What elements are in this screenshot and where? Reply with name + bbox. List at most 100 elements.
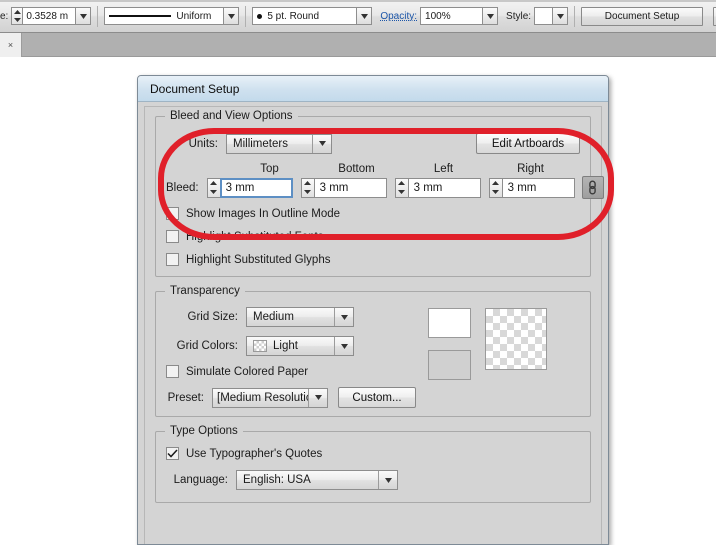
bleed-left-field[interactable]: 3 mm — [394, 177, 481, 198]
use-typographers-quotes-row[interactable]: Use Typographer's Quotes — [166, 447, 580, 460]
type-options-group: Type Options Use Typographer's Quotes La… — [155, 425, 591, 503]
chain-link-icon-button[interactable] — [581, 176, 604, 199]
bleed-label: Bleed: — [166, 181, 199, 194]
grid-size-label: Grid Size: — [187, 311, 239, 323]
transparency-custom-button[interactable]: Custom... — [338, 387, 416, 408]
units-dropdown[interactable]: Millimeters — [226, 133, 332, 154]
chevron-down-icon[interactable] — [312, 134, 331, 153]
stroke-weight-dropdown-button[interactable] — [76, 7, 92, 25]
toolbar-separator — [97, 5, 99, 27]
stroke-profile-combo[interactable]: Uniform — [104, 7, 240, 25]
edit-artboards-button[interactable]: Edit Artboards — [476, 133, 580, 154]
transparency-group: Transparency Grid Size: Medium Grid Colo… — [155, 285, 591, 417]
use-typographers-quotes-checkbox[interactable] — [166, 447, 179, 460]
highlight-substituted-fonts-row[interactable]: Highlight Substituted Fonts — [166, 230, 580, 243]
bleed-right-stepper-up[interactable] — [490, 179, 502, 188]
grid-size-dropdown[interactable]: Medium — [246, 307, 354, 327]
stroke-profile-dropdown-button[interactable] — [224, 7, 240, 25]
highlight-substituted-fonts-label: Highlight Substituted Fonts — [186, 230, 324, 243]
grid-color-swatch-dark[interactable] — [428, 350, 471, 380]
language-value: English: USA — [243, 474, 311, 486]
close-icon[interactable]: × — [8, 40, 13, 50]
stroke-profile-value: Uniform — [176, 10, 212, 22]
stroke-weight-input[interactable]: 0.3528 m — [22, 7, 77, 25]
use-typographers-quotes-label: Use Typographer's Quotes — [186, 447, 323, 460]
opacity-value: 100% — [425, 10, 451, 22]
units-value: Millimeters — [233, 137, 288, 150]
bleed-left-stepper-down[interactable] — [396, 188, 408, 197]
stroke-weight-label: e: — [0, 10, 9, 22]
checkerboard-swatch-icon — [253, 340, 267, 352]
language-dropdown[interactable]: English: USA — [236, 470, 398, 490]
chevron-down-icon[interactable] — [334, 308, 353, 326]
bleed-left-input[interactable]: 3 mm — [407, 177, 481, 198]
application-control-bar: e: 0.3528 m Uniform 5 pt. Round Opacity: — [0, 0, 716, 33]
stroke-weight-stepper-down[interactable] — [12, 16, 22, 24]
chevron-down-icon[interactable] — [308, 388, 327, 407]
bleed-right-field[interactable]: 3 mm — [488, 177, 575, 198]
chevron-down-icon[interactable] — [378, 471, 397, 489]
show-images-in-outline-mode-checkbox[interactable] — [166, 207, 179, 220]
uniform-profile-icon — [109, 15, 172, 17]
transparency-preset-value: [Medium Resolutio.. — [217, 391, 308, 404]
bleed-right-stepper[interactable] — [488, 177, 502, 198]
bleed-bottom-field[interactable]: 3 mm — [300, 177, 387, 198]
bleed-top-stepper-down[interactable] — [208, 188, 220, 197]
grid-size-value: Medium — [253, 311, 294, 323]
show-images-in-outline-mode-row[interactable]: Show Images In Outline Mode — [166, 207, 580, 220]
brush-definition-combo[interactable]: 5 pt. Round — [252, 7, 373, 25]
bleed-top-input[interactable]: 3 mm — [219, 177, 293, 198]
bleed-group-legend: Bleed and View Options — [165, 110, 298, 122]
bleed-column-header-bottom: Bottom — [338, 163, 375, 175]
document-setup-button[interactable]: Document Setup — [581, 6, 704, 26]
grid-color-swatch-light[interactable] — [428, 308, 471, 338]
simulate-colored-paper-checkbox[interactable] — [166, 365, 179, 378]
bleed-column-header-left: Left — [433, 163, 454, 175]
preset-label: Preset: — [167, 391, 204, 404]
graphic-style-swatch[interactable] — [534, 7, 554, 25]
stroke-weight-stepper[interactable] — [11, 7, 23, 25]
chevron-down-icon — [486, 13, 494, 19]
bleed-column-header-top: Top — [260, 163, 279, 175]
transparency-group-legend: Transparency — [165, 285, 245, 297]
bleed-right-stepper-down[interactable] — [490, 188, 502, 197]
bleed-bottom-stepper[interactable] — [300, 177, 314, 198]
transparency-preset-dropdown[interactable]: [Medium Resolutio.. — [212, 387, 328, 408]
highlight-substituted-glyphs-checkbox[interactable] — [166, 253, 179, 266]
simulate-colored-paper-label: Simulate Colored Paper — [186, 365, 309, 378]
show-images-in-outline-mode-label: Show Images In Outline Mode — [186, 207, 341, 220]
highlight-substituted-glyphs-row[interactable]: Highlight Substituted Glyphs — [166, 253, 580, 266]
opacity-dropdown-button[interactable] — [483, 7, 499, 25]
checkmark-icon — [167, 449, 178, 458]
stroke-weight-stepper-up[interactable] — [12, 8, 22, 16]
opacity-label[interactable]: Opacity: — [380, 11, 417, 22]
type-options-group-legend: Type Options — [165, 425, 243, 437]
bleed-bottom-input[interactable]: 3 mm — [313, 177, 387, 198]
grid-colors-value: Light — [247, 337, 334, 355]
bleed-left-stepper-up[interactable] — [396, 179, 408, 188]
grid-colors-dropdown[interactable]: Light — [246, 336, 354, 356]
bleed-top-stepper-up[interactable] — [208, 179, 220, 188]
bleed-top-stepper[interactable] — [206, 177, 220, 198]
bleed-left-stepper[interactable] — [394, 177, 408, 198]
document-setup-dialog: Document Setup Bleed and View Options Un… — [137, 75, 609, 545]
graphic-style-dropdown-button[interactable] — [553, 7, 569, 25]
brush-definition-value: 5 pt. Round — [267, 10, 320, 22]
chevron-down-icon[interactable] — [334, 337, 353, 355]
chevron-down-icon — [360, 13, 368, 19]
bleed-column-header-right: Right — [517, 163, 544, 175]
bleed-bottom-stepper-down[interactable] — [302, 188, 314, 197]
highlight-substituted-fonts-checkbox[interactable] — [166, 230, 179, 243]
chevron-down-icon — [556, 13, 564, 19]
style-label: Style: — [506, 10, 532, 22]
brush-definition-dropdown-button[interactable] — [357, 7, 373, 25]
simulate-colored-paper-row[interactable]: Simulate Colored Paper — [166, 365, 416, 378]
bleed-bottom-stepper-up[interactable] — [302, 179, 314, 188]
chain-link-icon — [589, 180, 596, 195]
dialog-titlebar[interactable]: Document Setup — [138, 76, 608, 102]
bleed-top-field[interactable]: 3 mm — [206, 177, 293, 198]
panel-tab[interactable]: × — [0, 33, 22, 57]
bleed-right-input[interactable]: 3 mm — [501, 177, 575, 198]
opacity-combo[interactable]: 100% — [420, 7, 499, 25]
toolbar-separator — [245, 5, 247, 27]
